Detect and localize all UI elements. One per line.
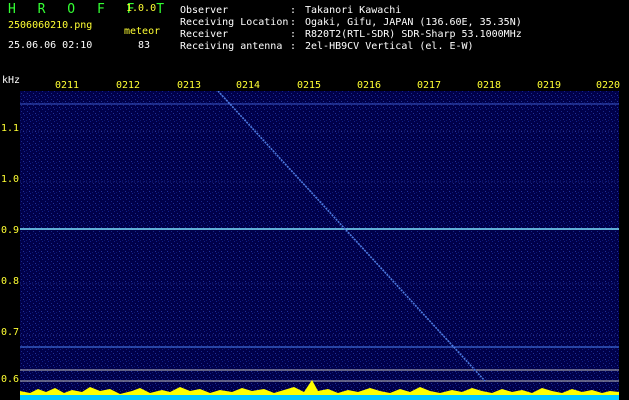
x-tick: 0218 <box>477 80 502 91</box>
y-tick: 0.7 <box>1 327 20 338</box>
y-tick: 0.8 <box>1 276 20 287</box>
y-tick: 0.9 <box>1 225 20 236</box>
info-antenna-key: Receiving antenna <box>180 41 283 52</box>
file-datetime: 25.06.06 02:10 <box>8 40 93 51</box>
file-name: 2506060210.png <box>8 20 93 31</box>
file-type: meteor <box>124 26 161 37</box>
spectrogram <box>20 91 619 400</box>
y-tick: 1.1 <box>1 123 20 134</box>
x-tick: 0220 <box>596 80 621 91</box>
file-count: 83 <box>138 40 151 51</box>
info-observer-key: Observer <box>180 5 229 16</box>
x-tick: 0219 <box>537 80 562 91</box>
info-antenna-value: 2el-HB9CV Vertical (el. E-W) <box>305 41 474 52</box>
x-tick: 0212 <box>116 80 141 91</box>
info-receiver-value: R820T2(RTL-SDR) SDR-Sharp 53.1000MHz <box>305 29 522 40</box>
y-tick: 0.6 <box>1 374 20 385</box>
x-tick: 0216 <box>357 80 382 91</box>
y-tick: 1.0 <box>1 174 20 185</box>
x-tick: 0213 <box>177 80 202 91</box>
x-tick: 0215 <box>297 80 322 91</box>
header: H R O F F T 1.0.0 2506060210.png meteor … <box>0 0 629 78</box>
baseline-bar <box>20 395 619 400</box>
info-receiver-key: Receiver <box>180 29 229 40</box>
x-tick: 0214 <box>236 80 261 91</box>
x-tick: 0217 <box>417 80 442 91</box>
x-tick: 0211 <box>55 80 80 91</box>
spectrogram-bg <box>20 91 619 400</box>
info-location-value: Ogaki, Gifu, JAPAN (136.60E, 35.35N) <box>305 17 522 28</box>
app-version: 1.0.0 <box>126 3 157 14</box>
info-location-key: Receiving Location <box>180 17 289 28</box>
axis-unit: kHz <box>2 75 21 86</box>
info-observer-value: Takanori Kawachi <box>305 5 402 16</box>
